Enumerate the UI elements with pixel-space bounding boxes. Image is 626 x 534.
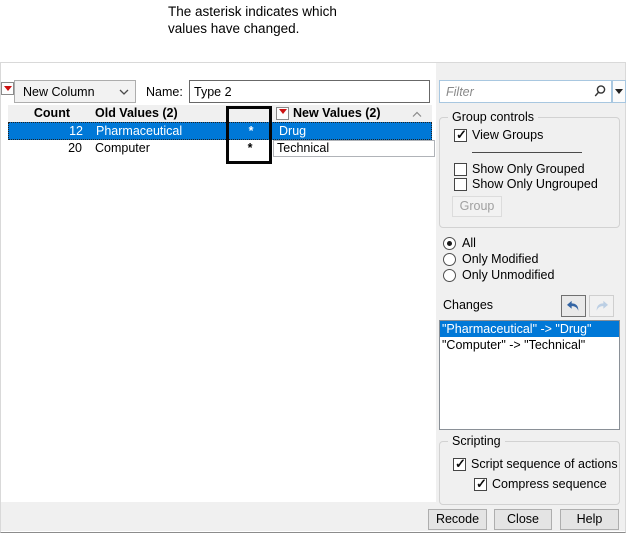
change-item[interactable]: "Pharmaceutical" -> "Drug" <box>440 321 619 337</box>
script-sequence-label: Script sequence of actions <box>471 457 618 471</box>
row-changed-asterisk: * <box>228 140 272 157</box>
group-controls-title: Group controls <box>448 110 538 125</box>
undo-icon <box>566 300 581 313</box>
group-controls-divider <box>472 152 582 153</box>
red-triangle-icon <box>4 86 12 91</box>
help-button[interactable]: Help <box>560 509 619 530</box>
row-old-value: Computer <box>95 140 150 157</box>
filter-field <box>439 80 612 103</box>
recode-button[interactable]: Recode <box>428 509 487 530</box>
row-changed-asterisk: * <box>229 123 273 140</box>
redo-icon <box>594 300 609 313</box>
filter-input[interactable] <box>439 80 612 103</box>
show-only-grouped-checkbox[interactable] <box>454 163 467 176</box>
name-input[interactable] <box>189 80 430 103</box>
column-action-dropdown[interactable]: New Column <box>14 80 136 103</box>
show-only-grouped-label: Show Only Grouped <box>472 162 585 176</box>
close-button[interactable]: Close <box>494 509 552 530</box>
table-header: Count Old Values (2) New Values (2) <box>8 105 432 122</box>
row-new-value-editbox[interactable]: Technical <box>273 140 435 157</box>
sort-ascending-icon[interactable] <box>412 107 422 121</box>
changes-list[interactable]: "Pharmaceutical" -> "Drug" "Computer" ->… <box>439 320 620 430</box>
old-values-column-header[interactable]: Old Values (2) <box>95 106 178 120</box>
red-triangle-menu-button[interactable] <box>1 82 14 95</box>
annotation-line-2: values have changed. <box>168 20 408 37</box>
red-triangle-icon <box>279 109 287 114</box>
scripting-groupbox: Scripting <box>439 441 620 505</box>
new-values-column-header[interactable]: New Values (2) <box>293 106 381 120</box>
row-count: 20 <box>16 140 82 157</box>
radio-only-modified[interactable] <box>443 253 456 266</box>
view-groups-label: View Groups <box>472 128 543 142</box>
undo-button[interactable] <box>561 295 586 317</box>
redo-button[interactable] <box>589 295 614 317</box>
compress-sequence-checkbox[interactable] <box>474 478 487 491</box>
new-values-menu-button[interactable] <box>276 107 289 120</box>
chevron-down-icon <box>615 89 623 94</box>
chevron-down-icon <box>119 89 129 95</box>
table-row[interactable]: 20 Computer * Technical <box>8 140 432 158</box>
annotation-text: The asterisk indicates which values have… <box>168 3 408 37</box>
row-count: 12 <box>17 123 83 140</box>
show-only-ungrouped-label: Show Only Ungrouped <box>472 177 598 191</box>
radio-only-modified-label: Only Modified <box>462 252 538 266</box>
compress-sequence-label: Compress sequence <box>492 477 607 491</box>
changes-label: Changes <box>443 298 493 312</box>
table-row[interactable]: 12 Pharmaceutical * Drug <box>8 122 432 140</box>
filter-options-dropdown[interactable] <box>612 80 626 103</box>
row-old-value: Pharmaceutical <box>96 123 182 140</box>
show-only-ungrouped-checkbox[interactable] <box>454 178 467 191</box>
group-button[interactable]: Group <box>452 196 502 217</box>
scripting-title: Scripting <box>448 434 505 449</box>
radio-all[interactable] <box>443 237 456 250</box>
change-item[interactable]: "Computer" -> "Technical" <box>440 337 619 353</box>
row-new-value[interactable]: Drug <box>275 123 433 140</box>
radio-all-label: All <box>462 236 476 250</box>
column-action-value: New Column <box>15 85 119 99</box>
radio-only-unmodified[interactable] <box>443 269 456 282</box>
radio-only-unmodified-label: Only Unmodified <box>462 268 554 282</box>
count-column-header[interactable]: Count <box>8 106 70 120</box>
search-icon <box>593 84 607 98</box>
annotation-line-1: The asterisk indicates which <box>168 3 408 20</box>
view-groups-checkbox[interactable] <box>454 129 467 142</box>
script-sequence-checkbox[interactable] <box>453 458 466 471</box>
name-label: Name: <box>146 85 183 99</box>
